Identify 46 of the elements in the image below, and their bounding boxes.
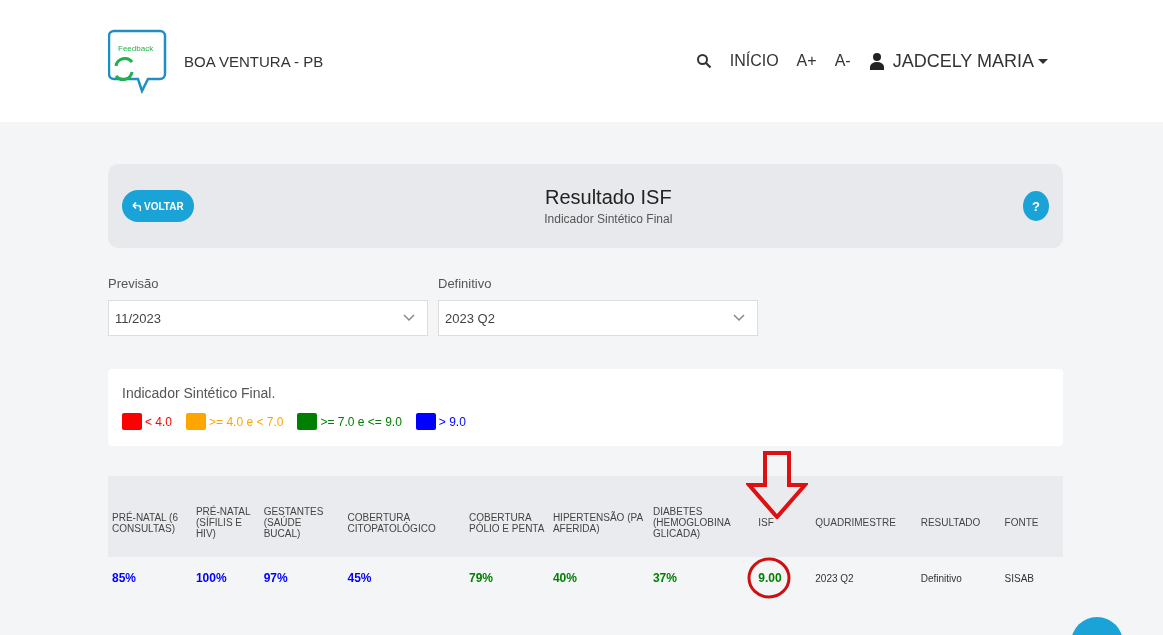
back-arrow-icon xyxy=(132,201,141,211)
nav-link[interactable]: INÍCIO xyxy=(729,52,779,70)
legend-label: >= 7.0 e <= 9.0 xyxy=(320,414,402,429)
logo-icon xyxy=(108,28,168,94)
table-cell: Definitivo xyxy=(920,572,962,584)
column-header: PRÉ-NATAL (SÍFILIS E HIV) xyxy=(191,476,260,557)
chevron-down-icon xyxy=(733,314,745,322)
column-header: QUADRIMESTRE xyxy=(811,476,917,557)
select-field[interactable]: 11/2023 xyxy=(108,300,428,336)
table-cell: 100% xyxy=(195,571,227,585)
annotation-arrow xyxy=(746,451,809,519)
column-header: HIPERTENSÃO (PA AFERIDA) xyxy=(548,476,649,557)
filter-label: Definitivo xyxy=(438,276,493,291)
select-field[interactable]: 2023 Q2 xyxy=(438,300,758,336)
search-icon[interactable] xyxy=(695,53,712,69)
table-cell: 37% xyxy=(652,571,677,585)
legend-label: > 9.0 xyxy=(438,414,466,429)
table-cell: 9.00 xyxy=(758,571,782,585)
column-header: COBERTURA CITOPATOLÓGICO xyxy=(343,476,465,557)
user-menu[interactable]: JADCELY MARIA xyxy=(892,50,1048,72)
page-subtitle: Indicador Sintético Final xyxy=(544,212,673,226)
user-icon xyxy=(868,52,885,70)
chevron-down-icon xyxy=(403,314,415,322)
column-header: RESULTADO xyxy=(916,476,1001,557)
table-cell: SISAB xyxy=(1004,572,1034,584)
table-cell: 2023 Q2 xyxy=(815,572,854,584)
caret-icon xyxy=(1038,58,1048,64)
table-cell: 85% xyxy=(112,571,137,585)
table-cell: 79% xyxy=(469,571,494,585)
filter-label: Previsão xyxy=(108,276,160,291)
table-cell: 45% xyxy=(347,571,372,585)
column-header: FONTE xyxy=(1000,476,1063,557)
page-title: Resultado ISF xyxy=(544,186,673,209)
column-header: COBERTURA PÓLIO E PENTA xyxy=(465,476,549,557)
column-header: PRÉ-NATAL (6 CONSULTAS) xyxy=(108,476,192,557)
city-name: BOA VENTURA - PB xyxy=(184,52,324,70)
table-cell: 97% xyxy=(263,571,288,585)
column-header: GESTANTES (SAÚDE BUCAL) xyxy=(259,476,344,557)
table-cell: 40% xyxy=(552,571,577,585)
legend-title: Indicador Sintético Final. xyxy=(122,385,277,401)
column-header: DIABETES (HEMOGLOBINA GLICADA) xyxy=(648,476,755,557)
legend-label: >= 4.0 e < 7.0 xyxy=(209,414,284,429)
logo-text: Feedback xyxy=(118,44,154,53)
nav-link[interactable]: A- xyxy=(834,52,851,70)
nav-link[interactable]: A+ xyxy=(796,52,817,70)
legend-label: < 4.0 xyxy=(145,414,173,429)
